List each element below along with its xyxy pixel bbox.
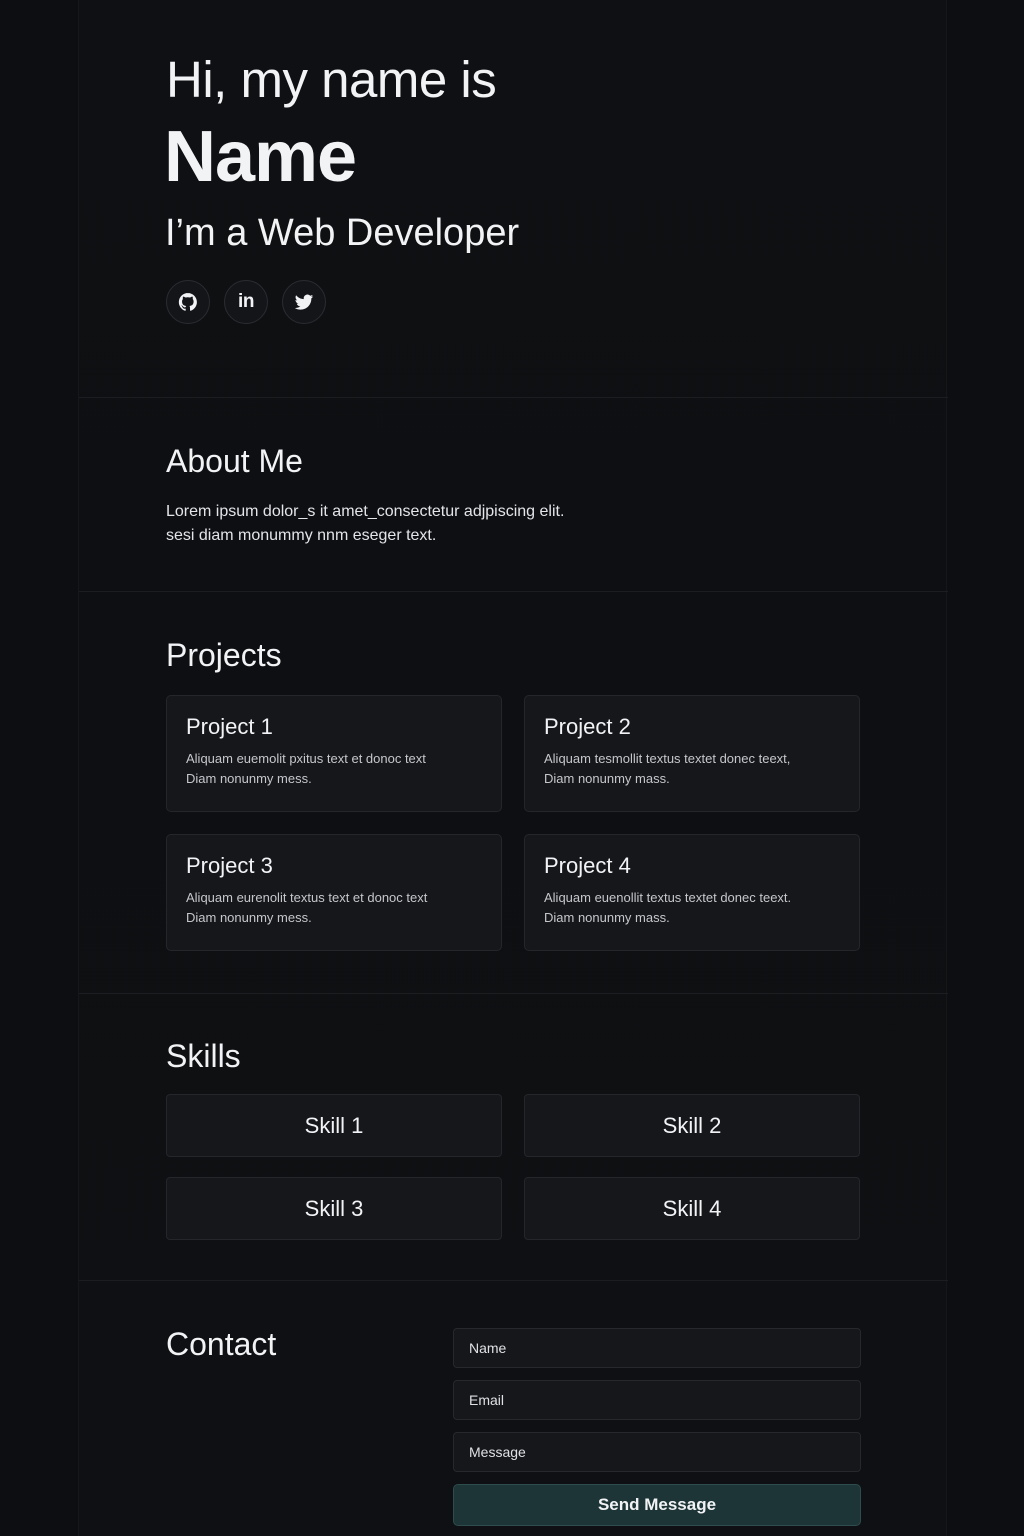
section-divider xyxy=(79,397,948,398)
project-description: Aliquam eurenolit textus text et donoc t… xyxy=(186,888,482,928)
project-desc-line: Aliquam eurenolit textus text et donoc t… xyxy=(186,890,428,905)
hero-role: I’m a Web Developer xyxy=(165,212,520,254)
about-text: Lorem ipsum dolor_s it amet_consectetur … xyxy=(166,500,686,548)
about-line-1: Lorem ipsum dolor_s it amet_consectetur … xyxy=(166,503,565,520)
section-divider xyxy=(79,993,948,994)
project-desc-line: Diam nonunmy mass. xyxy=(544,910,670,925)
about-title: About Me xyxy=(166,443,303,479)
social-links: in xyxy=(166,280,326,324)
skills-grid: Skill 1 Skill 2 Skill 3 Skill 4 xyxy=(166,1094,861,1240)
hero-greeting: Hi, my name is xyxy=(166,51,497,108)
project-desc-line: Diam nonunmy mess. xyxy=(186,910,312,925)
skill-tile[interactable]: Skill 1 xyxy=(166,1094,502,1157)
github-link[interactable] xyxy=(166,280,210,324)
project-card[interactable]: Project 1 Aliquam euemolit pxitus text e… xyxy=(166,695,502,812)
projects-title: Projects xyxy=(166,637,282,673)
page-container: Hi, my name is Name I’m a Web Developer … xyxy=(78,0,948,1536)
linkedin-icon: in xyxy=(238,291,254,312)
github-icon xyxy=(178,293,197,311)
skills-title: Skills xyxy=(166,1038,241,1074)
project-desc-line: Diam nonunmy mass. xyxy=(544,771,670,786)
project-title: Project 4 xyxy=(544,853,631,878)
skill-tile[interactable]: Skill 4 xyxy=(524,1177,860,1240)
project-description: Aliquam tesmollit textus textet donec te… xyxy=(544,749,840,789)
email-input[interactable] xyxy=(453,1380,861,1420)
twitter-icon xyxy=(294,294,314,310)
project-card[interactable]: Project 4 Aliquam euenollit textus texte… xyxy=(524,834,860,951)
project-title: Project 1 xyxy=(186,714,273,739)
project-desc-line: Aliquam euenollit textus textet donec te… xyxy=(544,890,792,905)
project-desc-line: Aliquam euemolit pxitus text et donoc te… xyxy=(186,751,426,766)
project-card[interactable]: Project 3 Aliquam eurenolit textus text … xyxy=(166,834,502,951)
send-message-button[interactable]: Send Message xyxy=(453,1484,861,1526)
project-card[interactable]: Project 2 Aliquam tesmollit textus texte… xyxy=(524,695,860,812)
name-input[interactable] xyxy=(453,1328,861,1368)
message-input[interactable] xyxy=(453,1432,861,1472)
hero-name: Name xyxy=(164,117,357,197)
linkedin-link[interactable]: in xyxy=(224,280,268,324)
project-description: Aliquam euemolit pxitus text et donoc te… xyxy=(186,749,482,789)
contact-form: Send Message xyxy=(453,1328,861,1526)
hero-section: Hi, my name is Name I’m a Web Developer … xyxy=(164,0,866,397)
about-line-2: sesi diam monummy nnm eseger text. xyxy=(166,527,437,544)
project-desc-line: Diam nonunmy mess. xyxy=(186,771,312,786)
twitter-link[interactable] xyxy=(282,280,326,324)
section-divider xyxy=(79,591,948,592)
skill-tile[interactable]: Skill 3 xyxy=(166,1177,502,1240)
project-title: Project 3 xyxy=(186,853,273,878)
project-description: Aliquam euenollit textus textet donec te… xyxy=(544,888,840,928)
skill-tile[interactable]: Skill 2 xyxy=(524,1094,860,1157)
project-title: Project 2 xyxy=(544,714,631,739)
section-divider xyxy=(79,1280,948,1281)
projects-grid: Project 1 Aliquam euemolit pxitus text e… xyxy=(166,695,861,951)
contact-title: Contact xyxy=(166,1326,277,1362)
project-desc-line: Aliquam tesmollit textus textet donec te… xyxy=(544,751,791,766)
